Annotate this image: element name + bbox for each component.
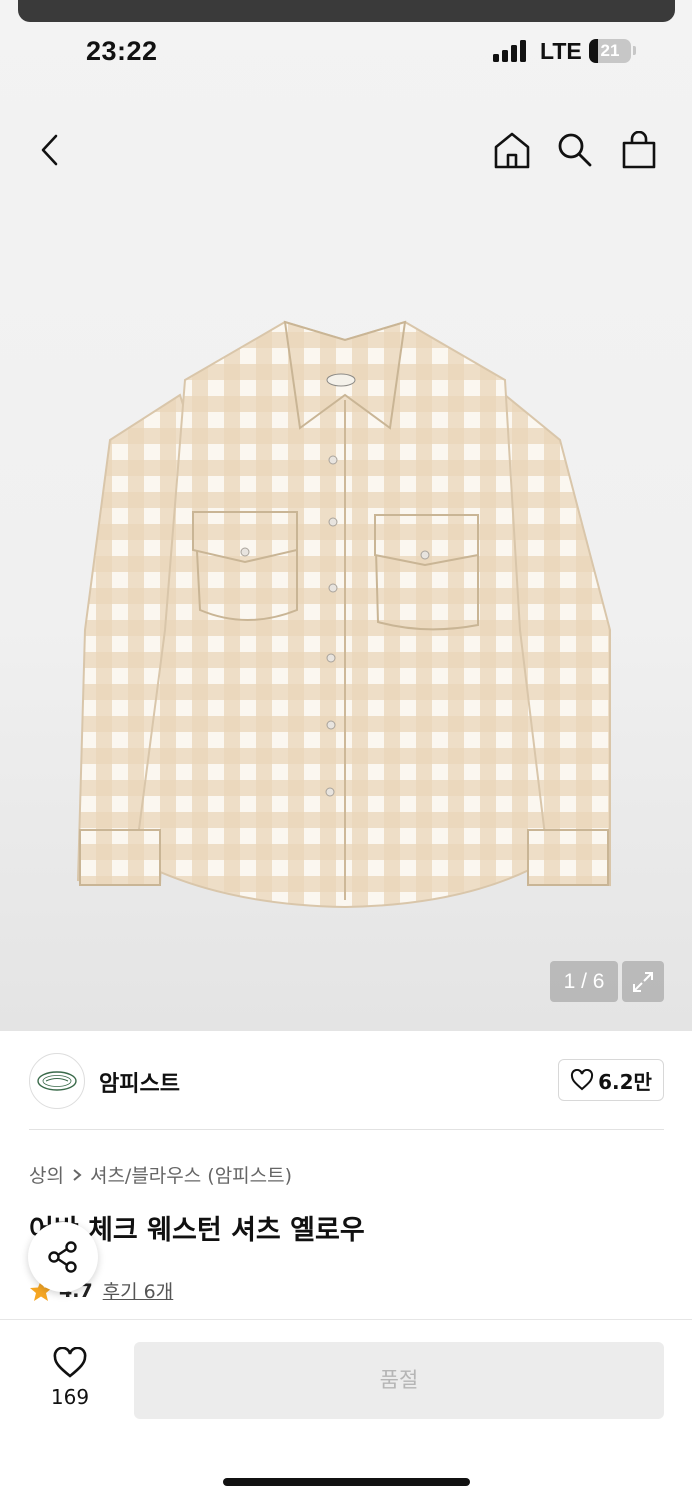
heart-icon [571, 1069, 594, 1091]
heart-icon [53, 1346, 87, 1378]
back-button[interactable] [28, 128, 72, 172]
divider [29, 1129, 664, 1130]
expand-icon[interactable] [622, 961, 664, 1002]
signal-icon [493, 40, 529, 62]
search-button[interactable] [553, 128, 597, 172]
search-icon [558, 133, 592, 167]
chevron-right-icon [73, 1168, 82, 1181]
cart-button[interactable] [617, 128, 661, 172]
reviews-link[interactable]: 후기 6개 [103, 1277, 174, 1304]
brand-logo[interactable] [29, 1053, 85, 1109]
brand-like-count: 6.2만 [598, 1069, 652, 1094]
status-time: 23:22 [86, 36, 158, 66]
share-icon [48, 1241, 77, 1273]
product-image[interactable] [0, 300, 692, 940]
wish-button[interactable]: 169 [40, 1346, 100, 1417]
battery-tip [633, 46, 636, 55]
breadcrumb-item-0[interactable]: 상의 [29, 1161, 64, 1188]
soldout-button[interactable]: 품절 [134, 1342, 664, 1419]
bottom-action-bar: 169 품절 [0, 1319, 692, 1500]
chevron-left-icon [41, 134, 58, 166]
home-button[interactable] [490, 128, 534, 172]
share-button[interactable] [28, 1222, 98, 1292]
breadcrumb-item-1[interactable]: 셔츠/블라우스 (암피스트) [90, 1161, 292, 1188]
brand-like-button[interactable]: 6.2만 [558, 1059, 664, 1101]
top-camera-bar [18, 0, 675, 22]
home-indicator [223, 1478, 470, 1486]
breadcrumb: 상의 셔츠/블라우스 (암피스트) [29, 1161, 292, 1188]
home-icon [494, 132, 530, 169]
shopping-bag-icon [622, 131, 656, 169]
gallery-pager: 1 / 6 [550, 961, 618, 1002]
brand-row[interactable]: 암피스트 6.2만 [0, 1031, 692, 1131]
battery-icon: 21 [589, 39, 631, 63]
network-label: LTE [540, 38, 582, 64]
battery-percent: 21 [600, 41, 620, 60]
brand-name[interactable]: 암피스트 [99, 1066, 180, 1098]
wish-count: 169 [50, 1385, 90, 1409]
